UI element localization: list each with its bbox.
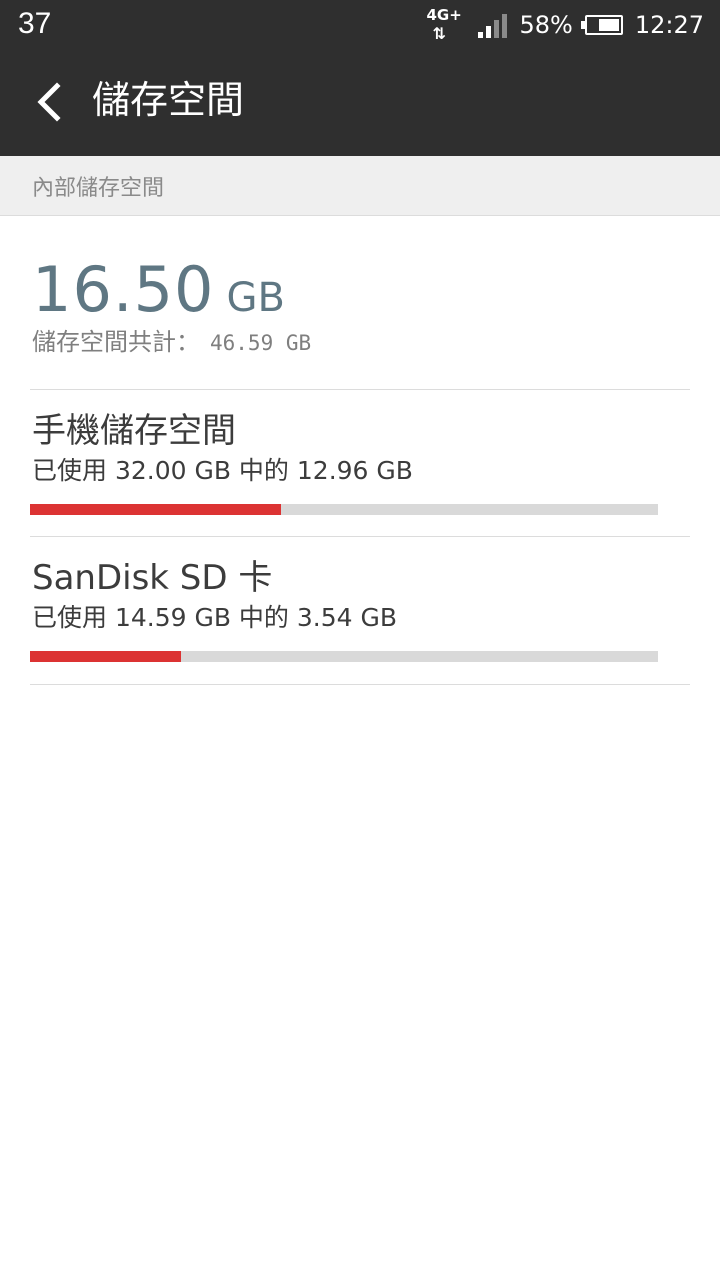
storage-item-sd-card[interactable]: SanDisk SD 卡 已使用 14.59 GB 中的 3.54 GB xyxy=(30,537,690,683)
status-right-group: 4G+ ⇅ 58% 12:27 xyxy=(426,6,704,43)
battery-icon xyxy=(580,15,623,35)
storage-item-usage: 已使用 14.59 GB 中的 3.54 GB xyxy=(32,603,398,632)
chevron-left-icon xyxy=(37,82,61,122)
network-arrows-icon: ⇅ xyxy=(432,24,446,43)
section-header: 內部儲存空間 xyxy=(0,156,720,216)
back-button[interactable] xyxy=(20,72,80,132)
clock: 12:27 xyxy=(634,11,704,39)
network-type-label: 4G+ xyxy=(426,6,462,24)
page-title: 儲存空間 xyxy=(92,78,245,122)
app-header: 儲存空間 xyxy=(0,50,720,156)
storage-item-title: 手機儲存空間 xyxy=(32,411,236,451)
divider xyxy=(30,684,690,685)
status-bar: 37 4G+ ⇅ 58% 12:27 xyxy=(0,0,720,50)
storage-item-usage: 已使用 32.00 GB 中的 12.96 GB xyxy=(32,456,413,485)
storage-item-title: SanDisk SD 卡 xyxy=(32,558,273,598)
status-left-text: 37 xyxy=(18,7,52,40)
usage-bar-fill xyxy=(30,504,282,515)
free-space-value: 16.50 xyxy=(32,253,215,326)
battery-percent: 58% xyxy=(519,11,573,39)
usage-bar xyxy=(30,651,658,662)
usage-bar-fill xyxy=(30,651,181,662)
usage-bar xyxy=(30,504,658,515)
total-storage-label: 儲存空間共計： xyxy=(32,328,200,356)
signal-icon xyxy=(478,12,508,38)
section-header-label: 內部儲存空間 xyxy=(32,176,165,201)
storage-screen: 37 4G+ ⇅ 58% 12:27 儲存空間 內部儲存空間 16.50 GB … xyxy=(0,0,720,1280)
free-space-line: 16.50 GB xyxy=(32,252,692,328)
total-storage-line: 儲存空間共計： 46.59 GB xyxy=(32,326,692,359)
free-space-summary: 16.50 GB 儲存空間共計： 46.59 GB xyxy=(32,252,692,359)
total-storage-value: 46.59 GB xyxy=(210,331,312,355)
storage-item-phone[interactable]: 手機儲存空間 已使用 32.00 GB 中的 12.96 GB xyxy=(30,390,690,536)
free-space-unit: GB xyxy=(226,275,285,321)
network-4g-icon: 4G+ ⇅ xyxy=(426,6,466,43)
